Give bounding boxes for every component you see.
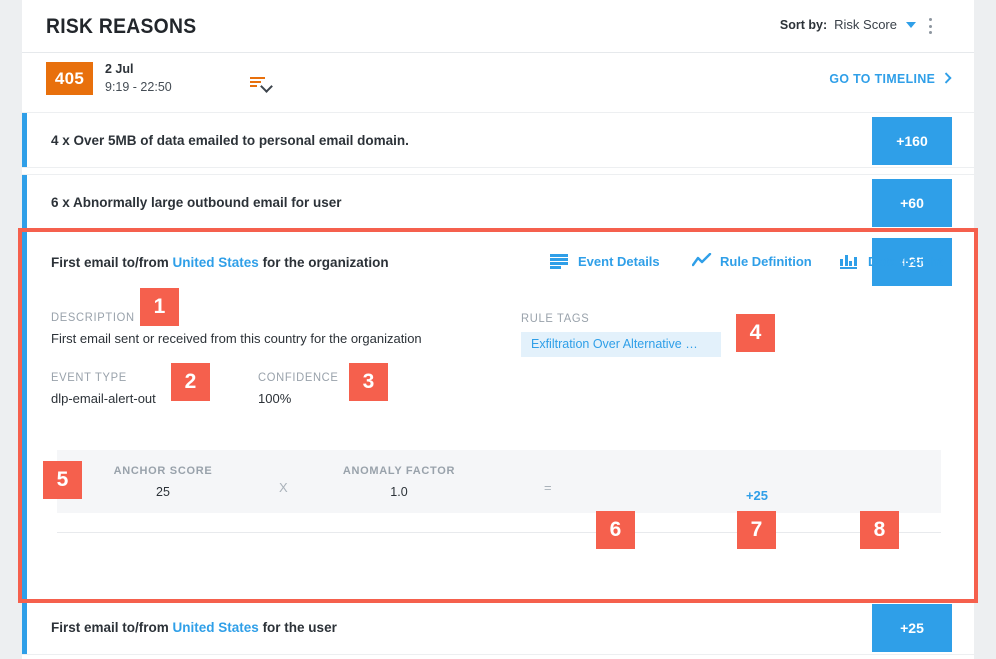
go-to-timeline-link[interactable]: GO TO TIMELINE	[829, 71, 952, 86]
sort-by-label: Sort by:	[779, 17, 828, 32]
reason-text-suffix: for the user	[258, 620, 337, 635]
risk-reason-text: 6 x Abnormally large outbound email for …	[51, 195, 342, 210]
actions-divider	[57, 532, 941, 533]
risk-reason-row[interactable]: 4 x Over 5MB of data emailed to personal…	[22, 112, 974, 168]
reason-text-prefix: 4 x Over 5MB of data emailed to personal…	[51, 133, 409, 148]
description-label: DESCRIPTION	[51, 312, 135, 324]
row-accent-bar	[22, 113, 27, 167]
rule-tag-chip[interactable]: Exfiltration Over Alternative …	[521, 332, 721, 357]
risk-reason-row[interactable]: First email to/from United States for th…	[22, 599, 974, 655]
reason-text-prefix: First email to/from	[51, 620, 173, 635]
event-type-value: dlp-email-alert-out	[51, 391, 156, 406]
rule-tags-label: RULE TAGS	[521, 313, 590, 325]
kebab-dot	[928, 18, 932, 21]
sort-control[interactable]: Sort by: Risk Score	[780, 17, 916, 32]
risk-points-badge: +25	[872, 604, 952, 652]
annotation-marker-1: 1	[140, 288, 179, 326]
anomaly-factor-value: 1.0	[390, 485, 408, 499]
rule-definition-link[interactable]: Rule Definition	[691, 252, 812, 269]
sort-filter-icon[interactable]	[250, 74, 276, 94]
filter-line	[250, 85, 257, 87]
annotation-marker-2: 2	[171, 363, 210, 401]
event-type-label: EVENT TYPE	[51, 372, 127, 384]
row-accent-bar	[22, 175, 27, 229]
date-block: 2 Jul 9:19 - 22:50	[105, 60, 172, 96]
time-range-label: 9:19 - 22:50	[105, 80, 172, 94]
chevron-down-icon	[260, 80, 273, 93]
description-value: First email sent or received from this c…	[51, 331, 422, 346]
anomaly-factor-label: ANOMALY FACTOR	[342, 465, 456, 477]
anchor-score-label: ANCHOR SCORE	[113, 465, 213, 477]
score-result-value: +25	[745, 488, 769, 503]
risk-reason-row[interactable]: 6 x Abnormally large outbound email for …	[22, 174, 974, 230]
date-label: 2 Jul	[105, 62, 134, 76]
annotation-marker-5: 5	[43, 461, 82, 499]
go-to-timeline-label: GO TO TIMELINE	[829, 71, 936, 86]
annotation-marker-4: 4	[736, 314, 775, 352]
risk-reason-text: 4 x Over 5MB of data emailed to personal…	[51, 133, 409, 148]
risk-reasons-card: RISK REASONS Sort by: Risk Score 405 2 J…	[22, 0, 974, 659]
kebab-dot	[928, 31, 932, 34]
bar-chart-icon	[840, 253, 859, 269]
annotation-marker-6: 6	[596, 511, 635, 549]
kebab-dot	[928, 24, 932, 28]
score-calculation-strip: ANCHOR SCORE 25 X ANOMALY FACTOR 1.0 = +…	[57, 450, 941, 513]
annotation-marker-8: 8	[860, 511, 899, 549]
sort-by-value[interactable]: Risk Score	[834, 17, 897, 32]
filter-line	[250, 77, 265, 79]
annotation-marker-3: 3	[349, 363, 388, 401]
risk-points-badge: +60	[872, 179, 952, 227]
score-result-column: +25	[697, 488, 817, 503]
event-details-link[interactable]: Event Details	[550, 253, 660, 269]
anchor-score-column: ANCHOR SCORE 25	[105, 465, 221, 499]
risk-points-badge: +160	[872, 117, 952, 165]
line-chart-icon	[691, 252, 712, 269]
data-insight-link[interactable]: Data Insight	[840, 253, 942, 269]
data-insight-label: Data Insight	[868, 253, 943, 269]
reason-text-prefix: 6 x Abnormally large outbound email for …	[51, 195, 342, 210]
risk-reason-text: First email to/from United States for th…	[51, 620, 337, 635]
rule-definition-label: Rule Definition	[720, 253, 812, 269]
equals-operator: =	[544, 480, 552, 495]
event-details-label: Event Details	[578, 253, 660, 269]
total-risk-score-badge: 405	[46, 62, 93, 95]
card-header: RISK REASONS Sort by: Risk Score	[22, 0, 974, 53]
list-lines-icon	[550, 253, 569, 269]
confidence-value: 100%	[258, 391, 292, 406]
filter-line	[250, 81, 261, 83]
confidence-label: CONFIDENCE	[258, 372, 339, 384]
annotation-marker-7: 7	[737, 511, 776, 549]
row-accent-bar	[22, 600, 27, 654]
multiply-operator: X	[279, 480, 288, 495]
anchor-score-value: 25	[156, 485, 170, 499]
anomaly-factor-column: ANOMALY FACTOR 1.0	[339, 465, 459, 499]
reason-country-link[interactable]: United States	[173, 620, 259, 635]
kebab-menu-icon[interactable]	[922, 16, 938, 36]
chevron-down-icon[interactable]	[906, 21, 916, 28]
page-title: RISK REASONS	[46, 15, 197, 38]
